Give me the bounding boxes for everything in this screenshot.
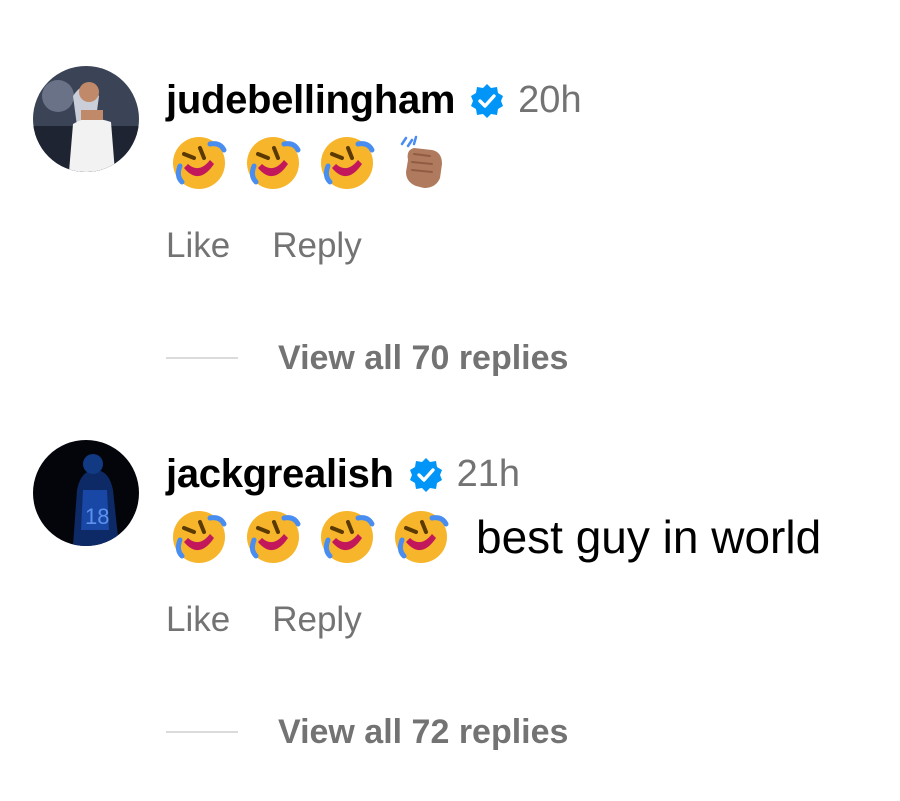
comment-actions: Like Reply	[166, 600, 362, 640]
verified-badge-icon	[469, 83, 505, 119]
view-replies-row: View all 70 replies	[166, 336, 568, 380]
avatar-photo-icon	[33, 66, 139, 172]
rofl-emoji-icon	[244, 508, 302, 566]
clapping-hands-emoji-icon	[392, 134, 450, 192]
replies-divider	[166, 357, 238, 359]
replies-divider	[166, 731, 238, 733]
avatar[interactable]	[33, 66, 139, 172]
rofl-emoji-icon	[318, 134, 376, 192]
rofl-emoji-icon	[318, 508, 376, 566]
view-replies-button[interactable]: View all 70 replies	[278, 339, 568, 378]
comment-header: judebellingham 20h	[166, 72, 582, 128]
comment-body: best guy in world	[170, 504, 821, 570]
like-button[interactable]: Like	[166, 600, 230, 640]
rofl-emoji-icon	[244, 134, 302, 192]
rofl-emoji-icon	[170, 134, 228, 192]
avatar[interactable]: 18	[33, 440, 139, 546]
username[interactable]: judebellingham	[166, 78, 455, 123]
reply-button[interactable]: Reply	[272, 600, 361, 640]
timestamp[interactable]: 21h	[457, 453, 520, 496]
rofl-emoji-icon	[170, 508, 228, 566]
comment-body	[170, 130, 466, 196]
rofl-emoji-icon	[392, 508, 450, 566]
like-button[interactable]: Like	[166, 226, 230, 266]
view-replies-button[interactable]: View all 72 replies	[278, 713, 568, 752]
avatar-photo-icon: 18	[33, 440, 139, 546]
view-replies-row: View all 72 replies	[166, 710, 568, 754]
comment-header: jackgrealish 21h	[166, 446, 520, 502]
svg-text:18: 18	[85, 504, 109, 529]
username[interactable]: jackgrealish	[166, 452, 394, 497]
comment-actions: Like Reply	[166, 226, 362, 266]
verified-badge-icon	[408, 457, 444, 493]
timestamp[interactable]: 20h	[518, 79, 581, 122]
comment-text: best guy in world	[476, 511, 822, 563]
reply-button[interactable]: Reply	[272, 226, 361, 266]
